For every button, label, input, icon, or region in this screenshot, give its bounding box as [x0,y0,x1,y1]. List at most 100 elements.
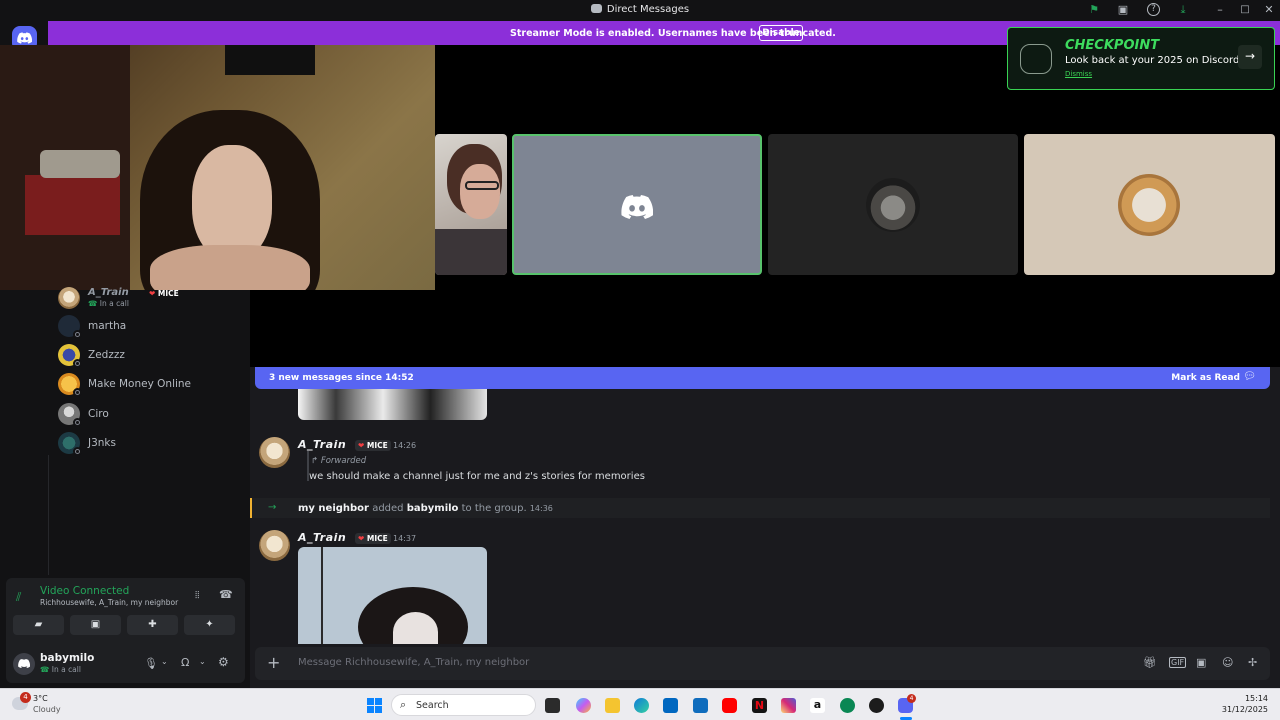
message-image[interactable] [298,547,487,644]
soundboard-icon[interactable]: ⦙⦙ [195,590,199,601]
checkpoint-promo[interactable]: CHECKPOINT Look back at your 2025 on Dis… [1007,27,1275,90]
message-avatar[interactable] [259,437,290,468]
download-icon[interactable]: ⤓ [1176,3,1190,17]
taskbar-search-box[interactable]: ⌕ Search [391,694,536,716]
video-shoulders [150,245,310,290]
image-cord [321,547,323,644]
dm-item-j3nks[interactable]: J3nks [58,432,243,456]
activities-button[interactable]: ✚ [127,615,178,635]
disable-streamer-mode-button[interactable]: Disable [759,25,803,41]
task-view-icon[interactable] [545,698,560,713]
tile-1-body [435,229,507,275]
gif-icon[interactable]: GIF [1169,657,1187,668]
status-dot [73,418,82,427]
mice-badge: ❤ MICE [355,440,391,451]
message-input[interactable]: + Message Richhousewife, A_Train, my nei… [255,647,1270,680]
mic-icon[interactable]: 🎙︎ [144,657,158,670]
status-dot [73,359,82,368]
mark-read-icon[interactable]: 💬︎ [1243,371,1256,382]
tile-1-face [460,164,500,219]
inbox-icon[interactable]: ▣ [1116,3,1130,17]
youtube-icon[interactable] [722,698,737,713]
discord-logo-icon [17,32,32,44]
signal-icon[interactable]: ⫽ [16,590,21,605]
dm-status: ☎ In a call [88,299,129,308]
mice-badge: ❤ MICE [149,289,179,298]
instagram-icon[interactable] [781,698,796,713]
dm-item-zedzzz[interactable]: Zedzzz [58,344,243,368]
tile-1-glasses [465,181,499,190]
app-icon[interactable] [869,698,884,713]
weather-desc[interactable]: Cloudy [33,705,61,714]
discord-small-icon [590,4,602,13]
status-dot [73,388,82,397]
screen-share-button[interactable]: ▣ [70,615,121,635]
clock-date[interactable]: 31/12/2025 [1222,705,1268,714]
chevron-down-icon[interactable]: ⌄ [161,657,168,666]
copilot-icon[interactable] [576,698,591,713]
chevron-down-icon[interactable]: ⌄ [199,657,206,666]
mark-as-read-button[interactable]: Mark as Read [1171,373,1240,383]
help-icon[interactable]: ? [1147,3,1160,16]
dm-item-martha[interactable]: martha [58,315,243,339]
soundboard-button[interactable]: ✦ [184,615,235,635]
video-tv [225,45,315,75]
discord-avatar-icon [621,195,653,219]
amazon-icon[interactable]: a [810,698,825,713]
close-icon[interactable]: ✕ [1262,3,1276,17]
store-icon[interactable] [663,698,678,713]
checkpoint-dismiss-link[interactable]: Dismiss [1065,70,1092,78]
clock-time[interactable]: 15:14 [1245,694,1268,703]
new-messages-bar[interactable]: 3 new messages since 14:52 Mark as Read … [255,367,1270,389]
user-status: ☎ In a call [40,665,81,674]
emoji-icon[interactable]: ☺ [1222,656,1233,669]
whatsapp-icon[interactable] [840,698,855,713]
discord-avatar-icon [18,659,30,668]
search-label: Search [416,700,449,711]
dm-item-ciro[interactable]: Ciro [58,403,243,427]
dm-name: Make Money Online [88,378,192,390]
new-messages-text: 3 new messages since 14:52 [269,373,414,383]
dm-item-a-train[interactable]: A_Train ❤ MICE ☎ In a call [58,287,243,311]
video-tile-discord[interactable] [512,134,762,275]
flag-icon[interactable]: ⚑ [1087,3,1101,17]
add-attachment-icon[interactable]: + [267,653,280,672]
outlook-icon[interactable] [693,698,708,713]
weather-temp[interactable]: 3°C [33,694,48,703]
video-tile-cat[interactable] [768,134,1018,275]
message-time: 14:37 [393,534,417,543]
message-text: we should make a channel just for me and… [309,471,645,482]
netflix-icon[interactable]: N [752,698,767,713]
message-image-partial[interactable] [298,389,487,420]
video-tile-frame[interactable] [1024,134,1275,275]
join-arrow-icon: → [268,502,277,513]
headphones-icon[interactable]: Ω [181,656,189,669]
apps-icon[interactable]: ✢ [1248,656,1257,669]
message-author[interactable]: A_Train [298,438,346,451]
dm-item-make-money-online[interactable]: Make Money Online [58,373,243,397]
message-avatar[interactable] [259,530,290,561]
status-dot [73,330,82,339]
checkpoint-open-button[interactable]: → [1238,45,1262,69]
voice-participants: Richhousewife, A_Train, my neighbor [40,598,179,607]
message-author[interactable]: A_Train [298,531,346,544]
webcam-video-main[interactable] [0,45,435,290]
maximize-icon[interactable]: □ [1238,3,1252,17]
title-bar: Direct Messages ⚑ ▣ ? ⤓ – □ ✕ [0,0,1280,21]
file-explorer-icon[interactable] [605,698,620,713]
gift-icon[interactable]: 🎁︎ [1143,656,1157,669]
video-tile-1[interactable] [435,134,507,275]
voice-status: Video Connected [40,585,130,597]
message-time: 14:26 [393,441,417,450]
sticker-icon[interactable]: ▣ [1196,656,1206,669]
mice-badge: ❤ MICE [355,533,391,544]
sidebar-divider [48,455,49,575]
disconnect-icon[interactable]: ☎ [219,588,233,601]
camera-off-button[interactable]: ▰ [13,615,64,635]
edge-icon[interactable] [634,698,649,713]
discord-badge: 4 [907,694,916,703]
user-avatar[interactable] [13,653,35,675]
minimize-icon[interactable]: – [1213,3,1227,17]
windows-start-icon[interactable] [367,698,383,714]
settings-gear-icon[interactable]: ⚙ [218,655,229,669]
